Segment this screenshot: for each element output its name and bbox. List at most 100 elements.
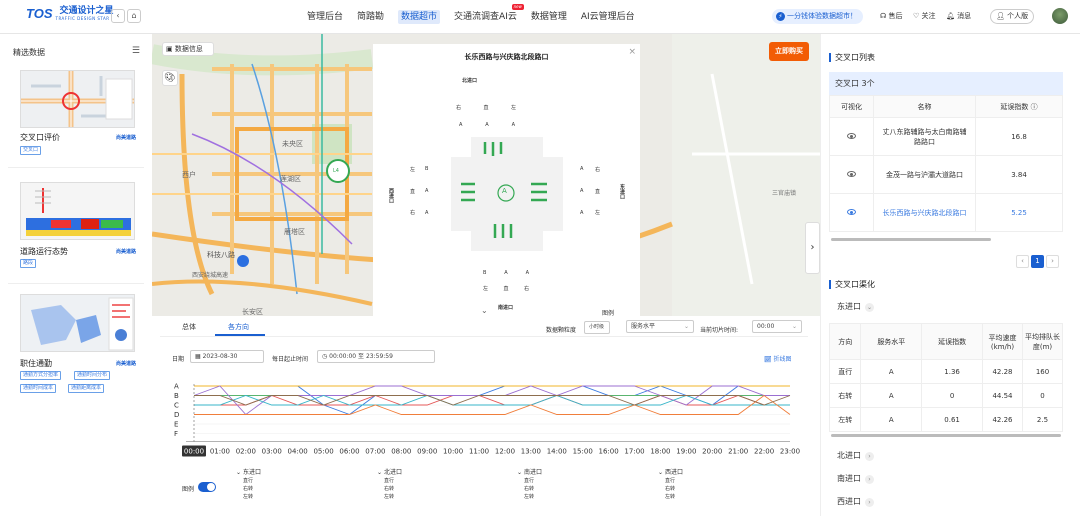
north-level-row: AAA — [459, 122, 515, 128]
legend-item[interactable]: 右转 — [524, 485, 542, 493]
data-info-button[interactable]: ▣ 数据信息 — [162, 42, 214, 56]
approach-west-toggle[interactable]: 西进口 › — [837, 496, 874, 507]
table-cell: 1.36 — [921, 359, 983, 384]
chevron-right-icon: › — [865, 498, 874, 507]
eye-icon[interactable] — [847, 208, 856, 215]
page-number[interactable]: 1 — [1031, 255, 1044, 268]
nav-item-data-market[interactable]: 数据超市 — [391, 0, 447, 34]
approach-east-toggle[interactable]: 东进口 ⌄ — [837, 301, 874, 312]
card-tag[interactable]: 交叉口 — [20, 146, 42, 155]
buy-now-button[interactable]: 立即购买 — [769, 42, 809, 61]
nav-item-data-manage[interactable]: 数据管理 — [524, 0, 574, 34]
map-label: 长安区 — [242, 308, 263, 316]
legend-item[interactable]: 直行 — [665, 477, 683, 485]
chart-type-switch[interactable]: 📈︎ 折线图 — [764, 354, 792, 363]
collapse-chevron-icon[interactable]: ⌄ — [481, 306, 488, 315]
app-logo[interactable]: TOS 交通设计之星 TRAFFIC DESIGN STAR — [26, 6, 114, 21]
eye-icon[interactable] — [847, 170, 856, 177]
detail-scrollbar[interactable] — [831, 434, 1061, 437]
expand-right-icon[interactable]: › — [805, 222, 820, 274]
x-tick-label: 18:00 — [650, 448, 670, 456]
nav-item-survey[interactable]: 简踏勘 — [350, 0, 391, 34]
menu-icon[interactable]: ☰ — [132, 46, 140, 56]
back-icon[interactable]: ‹ — [111, 9, 125, 23]
legend-item[interactable]: 直行 — [243, 477, 261, 485]
approach-south-toggle[interactable]: 南进口 › — [837, 473, 874, 484]
approach-north-toggle[interactable]: 北进口 › — [837, 450, 874, 461]
x-tick-label: 20:00 — [702, 448, 722, 456]
x-tick-label: 13:00 — [521, 448, 541, 456]
card-tag[interactable]: 通勤方式分担率 — [20, 371, 62, 380]
legend-group-south[interactable]: ⌄ 南进口 直行 右转 左转 — [517, 468, 542, 501]
legend-item[interactable]: 左转 — [384, 493, 402, 501]
next-page-button[interactable]: › — [1046, 255, 1059, 268]
slice-time-select[interactable]: 00:00 ⌄ — [752, 320, 802, 333]
table-cell: 0 — [921, 383, 983, 408]
logo-mark: TOS — [26, 6, 53, 21]
legend-group-west[interactable]: ⌄ 西进口 直行 右转 左转 — [658, 468, 683, 501]
data-card-commute[interactable]: 职住通勤 尚美道路 通勤方式分担率 通勤时间分布 通勤时间成本 通勤距离成本 — [8, 292, 144, 406]
palette-icon[interactable]: 🎨︎ — [162, 70, 178, 86]
legend-item[interactable]: 右转 — [665, 485, 683, 493]
visibility-cell[interactable] — [829, 117, 874, 156]
intersection-marker-label[interactable]: L4 — [333, 168, 339, 174]
promo-pill[interactable]: ⚡ 一分钱体验数据超市！ — [772, 9, 863, 24]
home-icon[interactable]: ⌂ — [127, 9, 141, 23]
intersection-name[interactable]: 金茂一路与沪灞大道路口 — [873, 155, 976, 194]
data-card-intersection[interactable]: 交叉口评价 尚美道路 交叉口 — [8, 66, 144, 168]
prev-page-button[interactable]: ‹ — [1016, 255, 1029, 268]
west-turn-col: 左直右 — [410, 167, 416, 216]
nav-item-admin[interactable]: 管理后台 — [300, 0, 350, 34]
card-tag[interactable]: 通勤距离成本 — [68, 384, 105, 393]
east-turn-col: 右直左 — [595, 167, 601, 216]
x-tick-label: 12:00 — [495, 448, 515, 456]
table-cell: A — [860, 407, 923, 432]
legend-item[interactable]: 左转 — [665, 493, 683, 501]
follow-link[interactable]: ♡ 关注 — [913, 11, 936, 21]
legend-toggle[interactable] — [198, 482, 216, 492]
table-row[interactable]: 金茂一路与沪灞大道路口 3.84 — [829, 155, 1063, 194]
table-cell: 直行 — [828, 359, 862, 384]
table-row[interactable]: 丈八东路辅路与太白南路辅路路口 16.8 — [829, 117, 1063, 156]
card-tag[interactable]: 路段 — [20, 259, 37, 268]
date-picker[interactable]: ▦ 2023-08-30 — [190, 350, 264, 363]
card-tag[interactable]: 通勤时间成本 — [20, 384, 57, 393]
x-tick-label: 21:00 — [728, 448, 748, 456]
legend-item[interactable]: 右转 — [384, 485, 402, 493]
visibility-cell[interactable] — [829, 193, 874, 232]
table-scrollbar[interactable] — [831, 238, 991, 241]
service-level-line-chart[interactable]: ABCDEF 00:00 01:00 02:00 03:00 04:00 05:00 06:0… — [170, 380, 802, 472]
time-range-picker[interactable]: ◷ 00:00:00 至 23:59:59 — [317, 350, 435, 363]
avatar[interactable] — [1052, 8, 1068, 24]
legend-item[interactable]: 直行 — [524, 477, 542, 485]
nav-item-ai-admin[interactable]: AI云管理后台 — [574, 0, 642, 34]
intersection-name[interactable]: 长乐西路与兴庆路北段路口 — [873, 193, 976, 232]
personal-version-button[interactable]: 👤︎ 个人版 — [990, 9, 1035, 24]
nav-item-ai-cloud[interactable]: 交通流调查AI云 new — [447, 0, 524, 34]
intersection-name[interactable]: 丈八东路辅路与太白南路辅路路口 — [873, 117, 976, 156]
legend-item[interactable]: 直行 — [384, 477, 402, 485]
visibility-cell[interactable] — [829, 155, 874, 194]
legend-item[interactable]: 左转 — [243, 493, 261, 501]
granularity-select[interactable]: 小时级 — [584, 321, 610, 334]
legend-item[interactable]: 右转 — [243, 485, 261, 493]
table-row[interactable]: 长乐西路与兴庆路北段路口 5.25 — [829, 193, 1063, 232]
card-tag[interactable]: 通勤时间分布 — [74, 371, 111, 380]
legend-group-east[interactable]: ⌄ 东进口 直行 右转 左转 — [236, 468, 261, 501]
card-thumbnail — [20, 182, 135, 240]
chevron-right-icon: › — [865, 475, 874, 484]
top-bar: TOS 交通设计之星 TRAFFIC DESIGN STAR ‹ ⌂ 管理后台 … — [0, 0, 1080, 34]
help-icon[interactable]: ⓘ — [1031, 103, 1038, 111]
legend-group-north[interactable]: ⌄ 北进口 直行 右转 左转 — [377, 468, 402, 501]
tab-by-direction[interactable]: 各方向 — [228, 322, 249, 332]
data-card-road-status[interactable]: 道路运行态势 尚美道路 路段 — [8, 180, 144, 284]
after-sales-link[interactable]: ☊ 售后 — [880, 11, 902, 21]
service-level-select[interactable]: 服务水平 ⌄ — [626, 320, 694, 333]
map-label: 莲湖区 — [280, 175, 301, 183]
east-approach-label: 东进口 — [619, 184, 625, 199]
messages-link[interactable]: 🔔︎ 消息 — [946, 11, 971, 21]
tab-overall[interactable]: 总体 — [182, 322, 196, 332]
legend-item[interactable]: 左转 — [524, 493, 542, 501]
eye-icon[interactable] — [847, 132, 856, 139]
chevron-down-icon: ⌄ — [658, 469, 664, 476]
